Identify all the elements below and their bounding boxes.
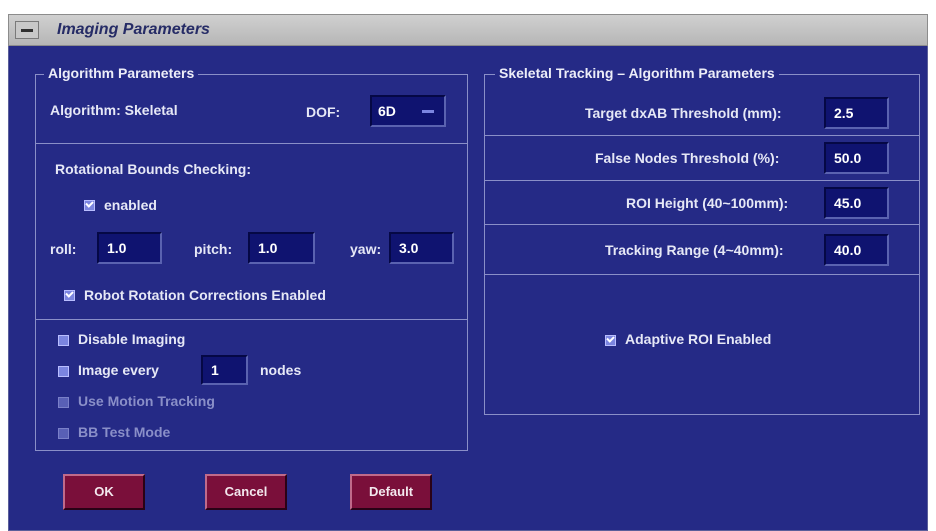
- right-separator-3: [485, 224, 919, 225]
- target-threshold-input[interactable]: 2.5: [824, 97, 889, 129]
- disable-imaging-checkbox[interactable]: [58, 335, 69, 346]
- disable-imaging-label: Disable Imaging: [78, 331, 186, 347]
- pitch-label: pitch:: [194, 241, 233, 257]
- bb-test-checkbox[interactable]: [58, 428, 69, 439]
- title-bar[interactable]: Imaging Parameters: [8, 14, 928, 46]
- algorithm-label: Algorithm: Skeletal: [50, 102, 178, 118]
- adaptive-roi-checkbox[interactable]: [605, 335, 616, 346]
- roi-height-label: ROI Height (40~100mm):: [626, 195, 789, 211]
- tracking-range-label: Tracking Range (4~40mm):: [605, 242, 784, 258]
- dof-label: DOF:: [306, 104, 341, 120]
- rotational-bounds-heading: Rotational Bounds Checking:: [55, 161, 251, 177]
- pitch-input[interactable]: 1.0: [248, 232, 315, 264]
- robot-rotation-checkbox[interactable]: [64, 290, 75, 301]
- right-separator-1: [485, 135, 919, 136]
- window-title: Imaging Parameters: [57, 21, 210, 38]
- image-every-input[interactable]: 1: [201, 355, 248, 385]
- image-every-checkbox[interactable]: [58, 366, 69, 377]
- option-menu-icon: [422, 110, 434, 113]
- roi-height-input[interactable]: 45.0: [824, 187, 889, 219]
- false-nodes-label: False Nodes Threshold (%):: [595, 150, 780, 166]
- default-button[interactable]: Default: [350, 474, 432, 510]
- motion-tracking-label: Use Motion Tracking: [78, 393, 215, 409]
- false-nodes-input[interactable]: 50.0: [824, 142, 889, 174]
- menu-bar-icon: [21, 29, 33, 32]
- motion-tracking-checkbox[interactable]: [58, 397, 69, 408]
- robot-rotation-label: Robot Rotation Corrections Enabled: [84, 287, 326, 303]
- image-every-label: Image every: [78, 362, 159, 378]
- ok-button[interactable]: OK: [63, 474, 145, 510]
- algorithm-parameters-legend: Algorithm Parameters: [44, 65, 199, 81]
- yaw-input[interactable]: 3.0: [389, 232, 454, 264]
- adaptive-roi-label: Adaptive ROI Enabled: [625, 331, 772, 347]
- left-separator-1: [36, 143, 467, 144]
- nodes-label: nodes: [260, 362, 302, 378]
- cancel-button[interactable]: Cancel: [205, 474, 287, 510]
- roll-label: roll:: [50, 241, 77, 257]
- right-separator-4: [485, 274, 919, 275]
- dof-value: 6D: [378, 103, 396, 119]
- dof-select[interactable]: 6D: [370, 95, 446, 127]
- target-threshold-label: Target dxAB Threshold (mm):: [585, 105, 782, 121]
- tracking-range-input[interactable]: 40.0: [824, 234, 889, 266]
- enabled-checkbox[interactable]: [84, 200, 95, 211]
- enabled-label: enabled: [104, 197, 157, 213]
- right-separator-2: [485, 180, 919, 181]
- yaw-label: yaw:: [350, 241, 382, 257]
- bb-test-label: BB Test Mode: [78, 424, 171, 440]
- left-separator-2: [36, 319, 467, 320]
- window-menu-button[interactable]: [15, 21, 39, 39]
- roll-input[interactable]: 1.0: [97, 232, 162, 264]
- skeletal-tracking-legend: Skeletal Tracking – Algorithm Parameters: [495, 65, 779, 81]
